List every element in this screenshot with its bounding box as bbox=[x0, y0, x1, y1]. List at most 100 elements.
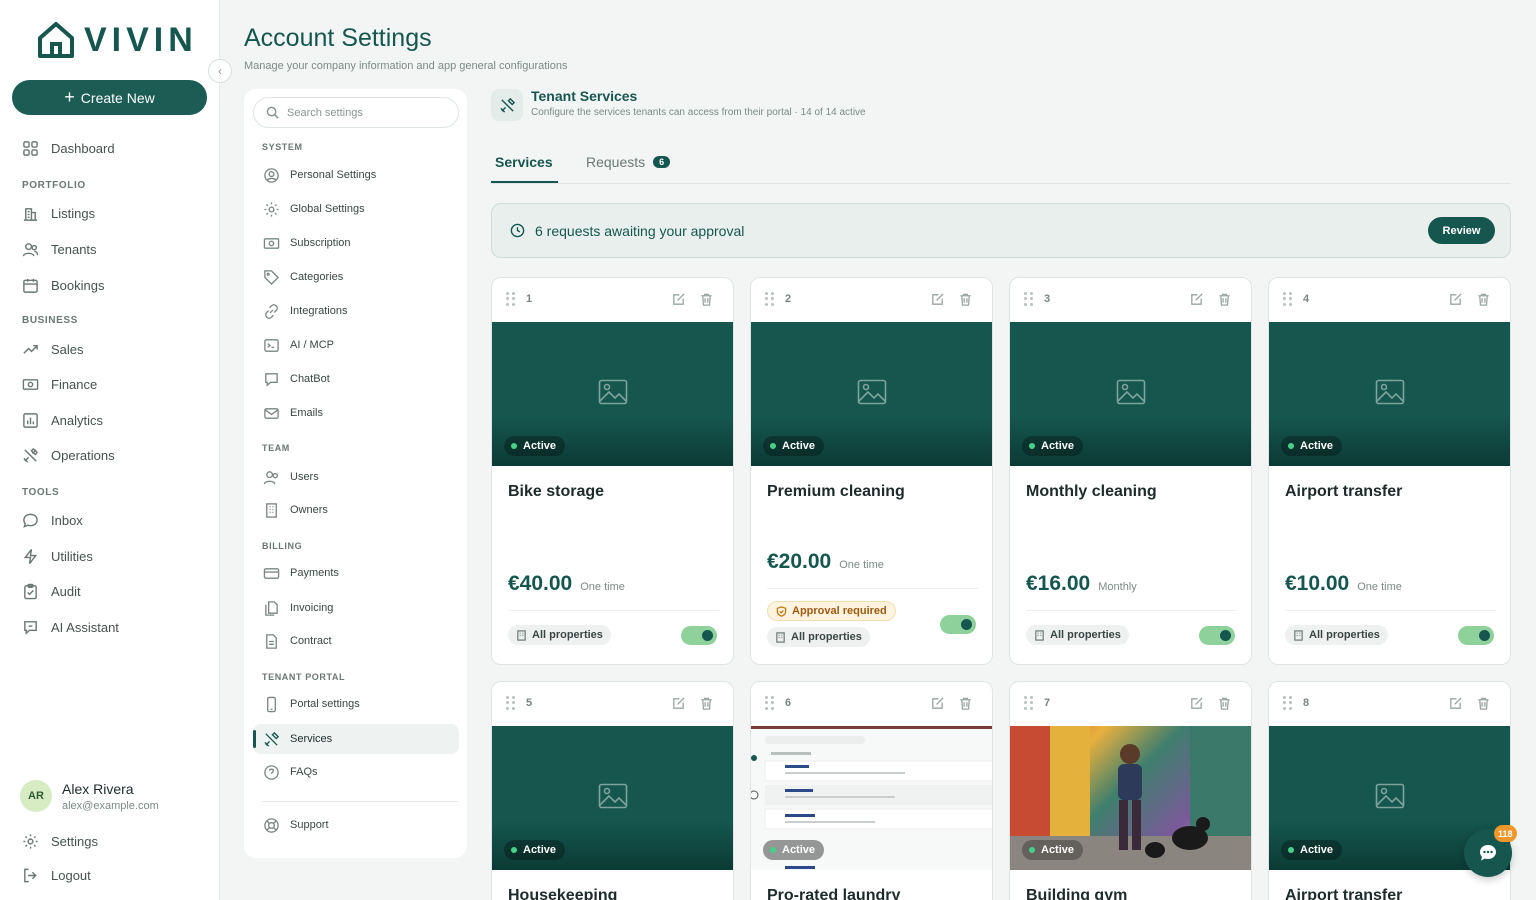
price-value: €40.00 bbox=[508, 572, 573, 595]
scope-label: All properties bbox=[1309, 629, 1380, 641]
trash-icon[interactable] bbox=[699, 696, 714, 711]
edit-icon[interactable] bbox=[1448, 292, 1463, 307]
settings-item-services[interactable]: Services bbox=[253, 724, 459, 754]
service-card[interactable]: 7 Active Building gym bbox=[1009, 681, 1252, 900]
settings-divider bbox=[262, 801, 458, 802]
money-icon bbox=[22, 378, 39, 390]
trash-icon[interactable] bbox=[958, 696, 973, 711]
drag-handle-icon[interactable] bbox=[506, 292, 516, 306]
settings-item-portal-settings[interactable]: Portal settings bbox=[253, 689, 459, 719]
help-circle-icon bbox=[264, 764, 279, 780]
sidebar-item-operations[interactable]: Operations bbox=[22, 445, 115, 465]
sidebar-item-logout[interactable]: Logout bbox=[22, 865, 91, 885]
sidebar-item-ai-assistant[interactable]: AI Assistant bbox=[22, 617, 119, 637]
clipboard-icon bbox=[24, 583, 37, 599]
edit-icon[interactable] bbox=[671, 292, 686, 307]
drag-handle-icon[interactable] bbox=[765, 696, 775, 710]
enable-toggle[interactable] bbox=[681, 626, 717, 645]
service-card[interactable]: 2 Active Premium cleaning €20.00 One tim… bbox=[750, 277, 993, 665]
trash-icon[interactable] bbox=[1217, 292, 1232, 307]
card-image: Active bbox=[492, 726, 733, 870]
sidebar-section-business: BUSINESS bbox=[22, 315, 78, 326]
edit-icon[interactable] bbox=[671, 696, 686, 711]
drag-handle-icon[interactable] bbox=[1024, 696, 1034, 710]
sidebar-item-audit[interactable]: Audit bbox=[22, 581, 81, 601]
collapse-sidebar-button[interactable]: ‹ bbox=[208, 59, 232, 83]
settings-item-support[interactable]: Support bbox=[253, 810, 459, 840]
settings-item-label: Services bbox=[290, 733, 333, 745]
status-badge: Active bbox=[1022, 840, 1084, 860]
enable-toggle[interactable] bbox=[1199, 626, 1235, 645]
enable-toggle[interactable] bbox=[1458, 626, 1494, 645]
service-card[interactable]: 6 Active Pro-rated laundry bbox=[750, 681, 993, 900]
settings-item-ai-mcp[interactable]: AI / MCP bbox=[253, 330, 459, 360]
edit-icon[interactable] bbox=[1189, 292, 1204, 307]
sidebar-item-listings[interactable]: Listings bbox=[22, 203, 95, 223]
sidebar-item-dashboard[interactable]: Dashboard bbox=[22, 138, 115, 158]
document-icon bbox=[266, 633, 277, 649]
sidebar-item-finance[interactable]: Finance bbox=[22, 374, 97, 394]
service-card[interactable]: 1 Active Bike storage €40.00 One time Al… bbox=[491, 277, 734, 665]
sidebar-item-label: Finance bbox=[51, 376, 98, 392]
trash-icon[interactable] bbox=[1476, 696, 1491, 711]
tab-requests[interactable]: Requests 6 bbox=[586, 154, 671, 170]
edit-icon[interactable] bbox=[930, 696, 945, 711]
settings-section-billing: BILLING bbox=[262, 541, 303, 551]
drag-handle-icon[interactable] bbox=[506, 696, 516, 710]
sidebar-item-bookings[interactable]: Bookings bbox=[22, 275, 104, 295]
sidebar-item-sales[interactable]: Sales bbox=[22, 339, 84, 359]
sidebar-item-utilities[interactable]: Utilities bbox=[22, 546, 93, 566]
settings-item-contract[interactable]: Contract bbox=[253, 626, 459, 656]
sidebar-item-settings[interactable]: Settings bbox=[22, 831, 98, 851]
sidebar-item-analytics[interactable]: Analytics bbox=[22, 410, 103, 430]
settings-item-owners[interactable]: Owners bbox=[253, 495, 459, 525]
chat-bubble-icon bbox=[265, 372, 278, 387]
review-button[interactable]: Review bbox=[1428, 217, 1495, 244]
user-profile[interactable]: AR Alex Rivera alex@example.com bbox=[20, 780, 159, 812]
trash-icon[interactable] bbox=[699, 292, 714, 307]
settings-item-users[interactable]: Users bbox=[253, 462, 459, 492]
service-card[interactable]: 3 Active Monthly cleaning €16.00 Monthly… bbox=[1009, 277, 1252, 665]
settings-item-invoicing[interactable]: Invoicing bbox=[253, 593, 459, 623]
settings-item-emails[interactable]: Emails bbox=[253, 398, 459, 428]
scope-chip: All properties bbox=[767, 627, 870, 647]
tab-services[interactable]: Services bbox=[495, 154, 553, 170]
trend-icon bbox=[23, 344, 38, 354]
image-placeholder-icon bbox=[598, 783, 628, 814]
calendar-icon bbox=[23, 278, 38, 293]
brand-logo[interactable]: VIVIN bbox=[36, 20, 198, 60]
create-new-button[interactable]: + Create New bbox=[12, 80, 207, 115]
settings-search-input[interactable]: Search settings bbox=[253, 97, 459, 128]
user-email: alex@example.com bbox=[62, 799, 159, 812]
drag-handle-icon[interactable] bbox=[1283, 696, 1293, 710]
settings-item-integrations[interactable]: Integrations bbox=[253, 296, 459, 326]
settings-item-payments[interactable]: Payments bbox=[253, 558, 459, 588]
sidebar-section-portfolio: PORTFOLIO bbox=[22, 180, 86, 191]
edit-icon[interactable] bbox=[1189, 696, 1204, 711]
sidebar-item-inbox[interactable]: Inbox bbox=[22, 510, 83, 530]
settings-item-chatbot[interactable]: ChatBot bbox=[253, 364, 459, 394]
enable-toggle[interactable] bbox=[940, 615, 976, 634]
active-tab-indicator bbox=[491, 181, 558, 183]
service-price: €40.00 One time bbox=[508, 572, 625, 596]
sidebar-item-tenants[interactable]: Tenants bbox=[22, 239, 97, 259]
service-card[interactable]: 5 Active Housekeeping bbox=[491, 681, 734, 900]
drag-handle-icon[interactable] bbox=[765, 292, 775, 306]
settings-item-personal[interactable]: Personal Settings bbox=[253, 160, 459, 190]
trash-icon[interactable] bbox=[1476, 292, 1491, 307]
edit-icon[interactable] bbox=[930, 292, 945, 307]
service-card[interactable]: 4 Active Airport transfer €10.00 One tim… bbox=[1268, 277, 1511, 665]
settings-item-label: Owners bbox=[290, 504, 328, 516]
settings-item-faqs[interactable]: FAQs bbox=[253, 757, 459, 787]
settings-item-categories[interactable]: Categories bbox=[253, 262, 459, 292]
drag-handle-icon[interactable] bbox=[1283, 292, 1293, 306]
settings-item-subscription[interactable]: Subscription bbox=[253, 228, 459, 258]
edit-icon[interactable] bbox=[1448, 696, 1463, 711]
logout-icon bbox=[24, 868, 37, 882]
settings-item-label: ChatBot bbox=[290, 373, 330, 385]
drag-handle-icon[interactable] bbox=[1024, 292, 1034, 306]
settings-item-global[interactable]: Global Settings bbox=[253, 194, 459, 224]
trash-icon[interactable] bbox=[1217, 696, 1232, 711]
trash-icon[interactable] bbox=[958, 292, 973, 307]
sidebar-item-label: Listings bbox=[51, 205, 96, 221]
